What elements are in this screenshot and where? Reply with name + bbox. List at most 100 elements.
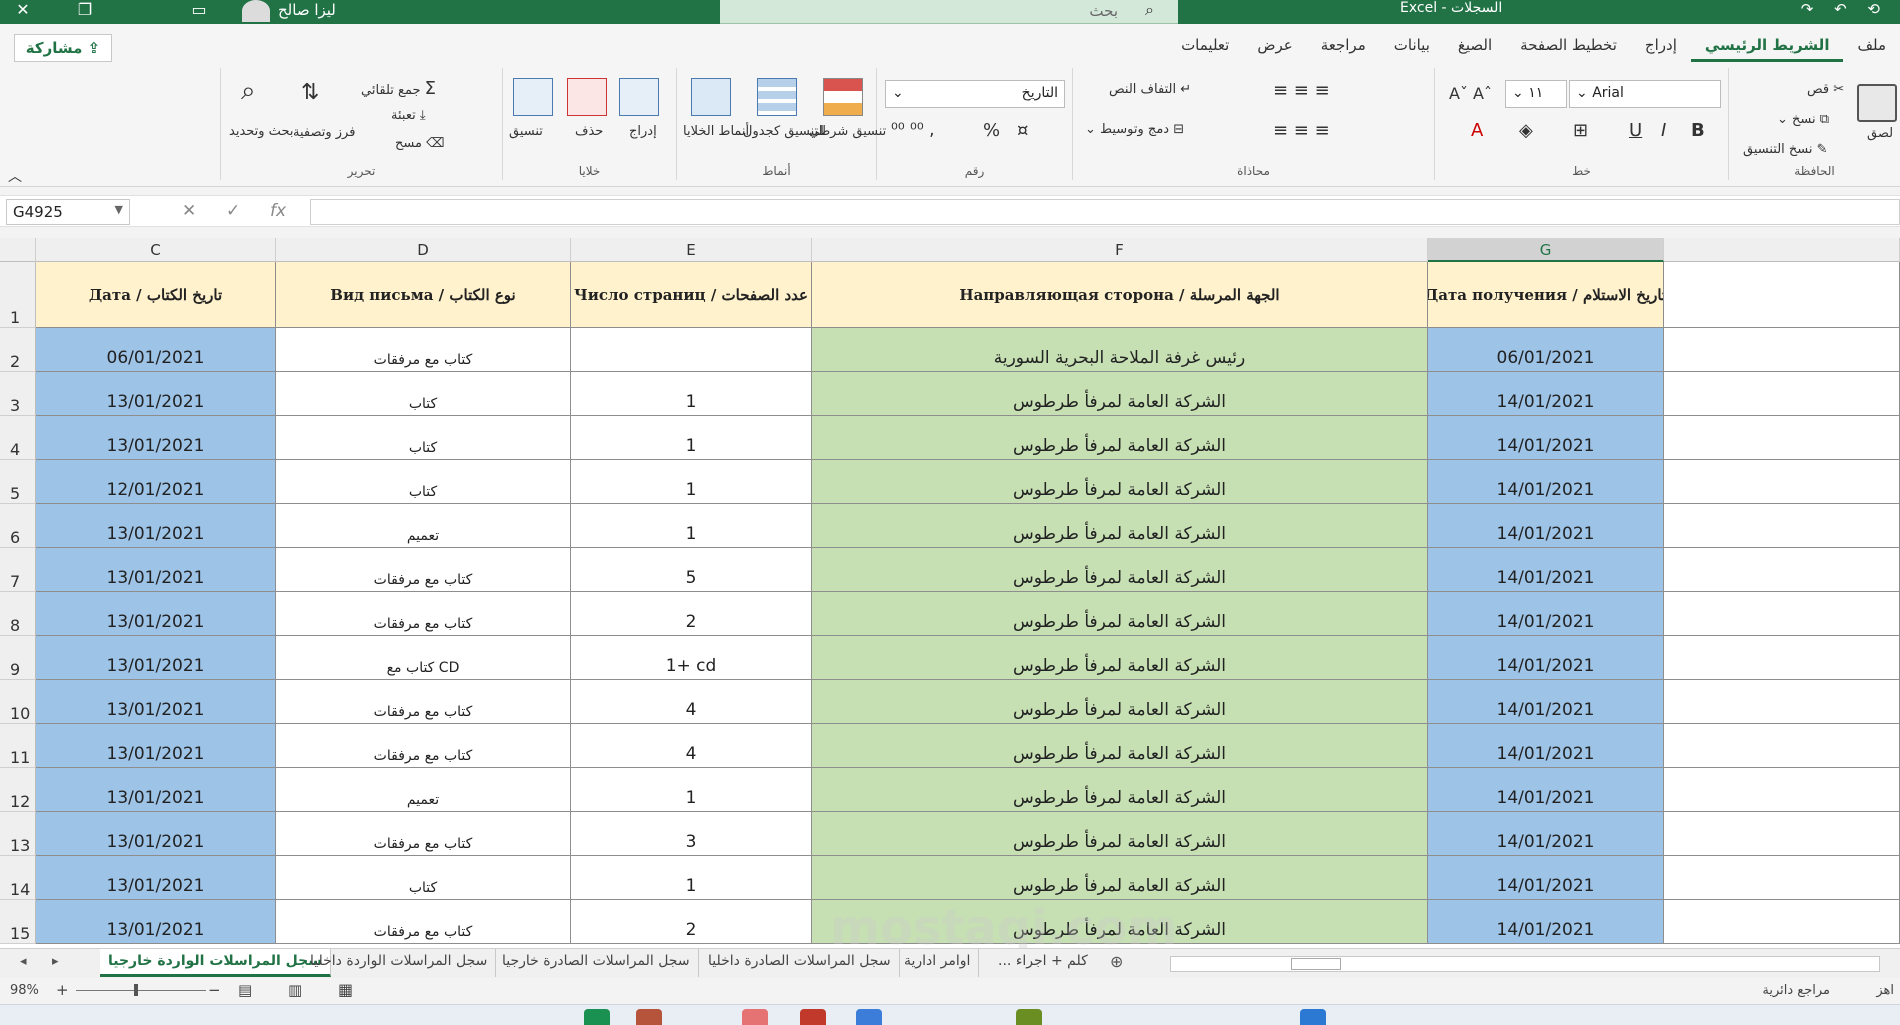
table-cell-c[interactable]: 13/01/2021	[36, 856, 276, 900]
table-cell-g[interactable]: 14/01/2021	[1428, 460, 1664, 504]
tab-page-layout[interactable]: تخطيط الصفحة	[1506, 36, 1631, 62]
table-cell-e[interactable]	[571, 328, 812, 372]
tab-review[interactable]: مراجعة	[1307, 36, 1380, 62]
font-name-select[interactable]: ⌄ Arial	[1569, 80, 1721, 108]
merge-center-button[interactable]: ⌄ دمج وتوسيط ⊟	[1085, 122, 1184, 137]
table-cell-g[interactable]: 14/01/2021	[1428, 768, 1664, 812]
format-painter-button[interactable]: نسخ التنسيق ✎	[1743, 142, 1828, 157]
row-header[interactable]: 5	[0, 460, 36, 504]
table-cell-g[interactable]: 14/01/2021	[1428, 724, 1664, 768]
table-cell-c[interactable]: 13/01/2021	[36, 592, 276, 636]
tab-data[interactable]: بيانات	[1380, 36, 1444, 62]
table-cell-f[interactable]: الشركة العامة لمرفأ طرطوس	[812, 548, 1428, 592]
app-taskbar-icon[interactable]	[856, 1009, 882, 1025]
table-cell-c[interactable]: 13/01/2021	[36, 548, 276, 592]
row-header[interactable]: 3	[0, 372, 36, 416]
table-cell-d[interactable]: كتاب	[276, 460, 571, 504]
page-break-view-icon[interactable]: ▤	[238, 981, 252, 999]
paste-button[interactable]: لصق	[1867, 126, 1893, 141]
table-cell-g[interactable]: 14/01/2021	[1428, 504, 1664, 548]
excel-taskbar-icon[interactable]	[584, 1009, 610, 1025]
table-cell-e[interactable]: 4	[571, 680, 812, 724]
undo-icon[interactable]: ↶	[1834, 0, 1847, 18]
align-left-icon[interactable]: ≡ ≡ ≡	[1273, 120, 1330, 141]
row-header[interactable]: 14	[0, 856, 36, 900]
collapse-ribbon-icon[interactable]: ︿	[8, 166, 22, 186]
zoom-level[interactable]: 98%	[10, 983, 39, 998]
row-header[interactable]: 8	[0, 592, 36, 636]
table-cell-f[interactable]: رئيس غرفة الملاحة البحرية السورية	[812, 328, 1428, 372]
sheet-tab-3[interactable]: سجل المراسلات الصادرة خارجيا	[494, 949, 699, 977]
table-cell-g[interactable]: 14/01/2021	[1428, 372, 1664, 416]
app-taskbar-icon[interactable]	[1300, 1009, 1326, 1025]
table-cell-d[interactable]: تعميم	[276, 768, 571, 812]
row-header[interactable]: 15	[0, 900, 36, 944]
table-cell-d[interactable]: كتاب مع CD	[276, 636, 571, 680]
app-taskbar-icon[interactable]	[800, 1009, 826, 1025]
table-cell-h[interactable]	[1664, 548, 1900, 592]
table-cell-h[interactable]	[1664, 416, 1900, 460]
table-cell-h[interactable]	[1664, 680, 1900, 724]
zoom-slider[interactable]	[76, 990, 206, 991]
row-header[interactable]: 13	[0, 812, 36, 856]
conditional-format-icon[interactable]	[823, 78, 863, 116]
close-icon[interactable]: ✕	[0, 0, 46, 24]
autosave-icon[interactable]: ⟲	[1867, 0, 1880, 18]
table-cell-d[interactable]: كتاب	[276, 372, 571, 416]
cut-button[interactable]: قص ✂	[1807, 82, 1844, 97]
scrollbar-thumb[interactable]	[1291, 958, 1341, 970]
table-cell-d[interactable]: كتاب مع مرفقات	[276, 812, 571, 856]
table-cell-h[interactable]	[1664, 328, 1900, 372]
table-cell-e[interactable]: 5	[571, 548, 812, 592]
table-cell-h[interactable]	[1664, 262, 1900, 328]
table-cell-f[interactable]: الشركة العامة لمرفأ طرطوس	[812, 768, 1428, 812]
table-cell-f[interactable]: الشركة العامة لمرفأ طرطوس	[812, 856, 1428, 900]
scroll-right-icon[interactable]: ▸	[52, 954, 59, 969]
table-cell-h[interactable]	[1664, 856, 1900, 900]
sheet-tab-2[interactable]: سجل المراسلات الواردة داخليا	[302, 949, 497, 977]
header-cell-c[interactable]: Дата / تاريخ الكتاب	[36, 262, 276, 328]
table-cell-g[interactable]: 14/01/2021	[1428, 592, 1664, 636]
cancel-icon[interactable]: ✕	[182, 201, 196, 221]
table-cell-c[interactable]: 06/01/2021	[36, 328, 276, 372]
table-cell-d[interactable]: كتاب مع مرفقات	[276, 328, 571, 372]
row-header[interactable]: 11	[0, 724, 36, 768]
table-cell-c[interactable]: 13/01/2021	[36, 372, 276, 416]
page-layout-view-icon[interactable]: ▥	[288, 981, 302, 999]
currency-icon[interactable]: ¤	[1017, 120, 1028, 141]
delete-cells-button[interactable]: حذف	[575, 124, 603, 139]
table-cell-d[interactable]: كتاب مع مرفقات	[276, 548, 571, 592]
formula-input[interactable]	[310, 199, 1900, 225]
table-cell-h[interactable]	[1664, 504, 1900, 548]
format-cells-icon[interactable]	[513, 78, 553, 116]
table-cell-f[interactable]: الشركة العامة لمرفأ طرطوس	[812, 812, 1428, 856]
insert-function-button[interactable]: fx	[270, 201, 286, 221]
table-cell-h[interactable]	[1664, 636, 1900, 680]
table-cell-c[interactable]: 13/01/2021	[36, 724, 276, 768]
sheet-tab-4[interactable]: سجل المراسلات الصادرة داخليا	[700, 949, 900, 977]
table-cell-g[interactable]: 14/01/2021	[1428, 900, 1664, 944]
enter-icon[interactable]: ✓	[226, 201, 240, 221]
tab-home[interactable]: الشريط الرئيسي	[1690, 36, 1844, 62]
table-cell-g[interactable]: 14/01/2021	[1428, 680, 1664, 724]
search-input[interactable]: بحث ⌕	[720, 0, 1178, 24]
table-cell-c[interactable]: 13/01/2021	[36, 416, 276, 460]
fill-button[interactable]: تعبئة ⤓	[391, 108, 426, 123]
tab-insert[interactable]: إدراج	[1631, 36, 1691, 62]
table-cell-f[interactable]: الشركة العامة لمرفأ طرطوس	[812, 592, 1428, 636]
table-cell-g[interactable]: 14/01/2021	[1428, 416, 1664, 460]
select-all-corner[interactable]	[0, 238, 36, 262]
italic-button[interactable]: I	[1661, 120, 1666, 141]
fill-color-icon[interactable]: ◈	[1519, 120, 1533, 141]
table-cell-c[interactable]: 13/01/2021	[36, 812, 276, 856]
table-cell-f[interactable]: الشركة العامة لمرفأ طرطوس	[812, 504, 1428, 548]
table-cell-g[interactable]: 06/01/2021	[1428, 328, 1664, 372]
cell-styles-icon[interactable]	[691, 78, 731, 116]
table-cell-c[interactable]: 13/01/2021	[36, 636, 276, 680]
table-cell-d[interactable]: كتاب	[276, 416, 571, 460]
table-cell-h[interactable]	[1664, 460, 1900, 504]
align-top-icon[interactable]: ≡ ≡ ≡	[1273, 80, 1330, 101]
sheet-tab-active[interactable]: سجل المراسلات الواردة خارجيا	[100, 949, 331, 977]
minimize-icon[interactable]: ▭	[176, 0, 222, 24]
sheet-tab-5[interactable]: اوامر ادارية	[896, 949, 980, 977]
